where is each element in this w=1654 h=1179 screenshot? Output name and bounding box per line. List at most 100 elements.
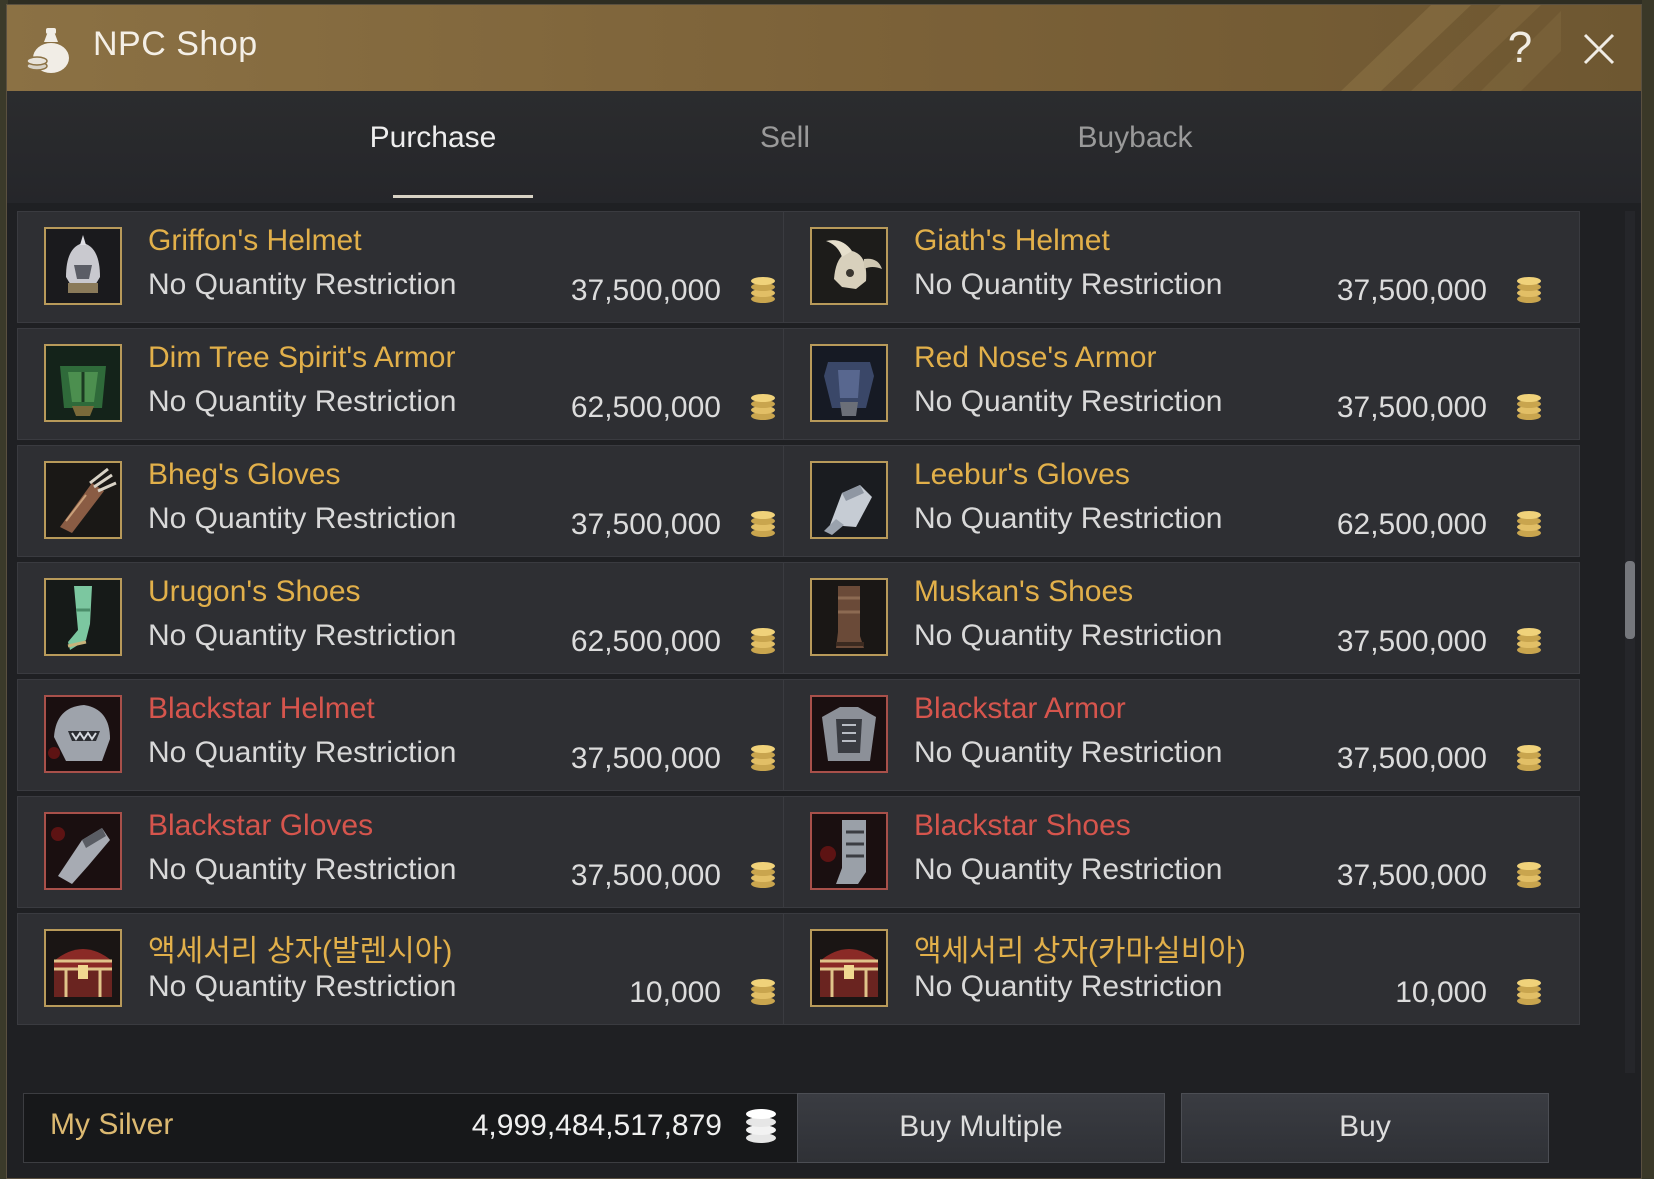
shop-item[interactable]: 액세서리 상자(카마실비아) No Quantity Restriction 10,… [783,913,1580,1025]
item-price: 10,000 [1395,976,1487,1009]
tab-purchase[interactable]: Purchase [283,121,583,193]
item-name: Urugon's Shoes [148,575,361,608]
shop-item[interactable]: Leebur's Gloves No Quantity Restriction 62… [783,445,1580,557]
shop-item[interactable]: Griffon's Helmet No Quantity Restriction 3… [17,211,814,323]
shop-item[interactable]: Blackstar Gloves No Quantity Restriction 3… [17,796,814,908]
item-restriction: No Quantity Restriction [148,970,457,1003]
coin-icon [1515,744,1543,772]
shop-item[interactable]: Blackstar Helmet No Quantity Restriction 3… [17,679,814,791]
shop-item[interactable]: Giath's Helmet No Quantity Restriction 37,… [783,211,1580,323]
item-restriction: No Quantity Restriction [148,385,457,418]
leaf-armor-icon [44,344,122,422]
item-price: 62,500,000 [570,391,721,424]
coin-icon [1515,276,1543,304]
tab-buyback[interactable]: Buyback [985,121,1285,193]
coin-icon [1515,978,1543,1006]
blackstar-gloves-icon [44,812,122,890]
treasure-chest-icon [44,929,122,1007]
blackstar-shoes-icon [810,812,888,890]
coin-icon [749,627,777,655]
npc-shop-window: NPC Shop ? Purchase Sell Buyback Griffon… [6,4,1642,1179]
item-name: Blackstar Gloves [148,809,374,842]
claw-gloves-icon [44,461,122,539]
buy-button[interactable]: Buy [1181,1093,1549,1163]
buy-multiple-button[interactable]: Buy Multiple [797,1093,1165,1163]
item-name: Leebur's Gloves [914,458,1130,491]
item-restriction: No Quantity Restriction [148,853,457,886]
item-name: Blackstar Shoes [914,809,1131,842]
item-restriction: No Quantity Restriction [148,268,457,301]
blackstar-armor-icon [810,695,888,773]
item-list: Griffon's Helmet No Quantity Restriction 3… [17,211,1621,1073]
item-name: Blackstar Armor [914,692,1126,725]
item-price: 37,500,000 [1336,859,1487,892]
coin-icon [749,978,777,1006]
shop-item[interactable]: Bheg's Gloves No Quantity Restriction 37,5… [17,445,814,557]
item-name: Dim Tree Spirit's Armor [148,341,456,374]
title-bar[interactable]: NPC Shop ? [7,5,1641,91]
item-price: 37,500,000 [570,859,721,892]
coin-icon [1515,861,1543,889]
item-restriction: No Quantity Restriction [148,736,457,769]
item-restriction: No Quantity Restriction [914,385,1223,418]
item-restriction: No Quantity Restriction [914,736,1223,769]
item-name: Griffon's Helmet [148,224,362,257]
money-bag-icon [26,28,69,73]
plate-armor-icon [810,344,888,422]
coin-icon [749,393,777,421]
item-name: 액세서리 상자(카마실비아) [914,935,1246,968]
item-price: 37,500,000 [570,508,721,541]
active-tab-indicator [393,195,533,198]
item-name: Giath's Helmet [914,224,1110,257]
item-price: 37,500,000 [570,274,721,307]
green-boot-icon [44,578,122,656]
item-price: 37,500,000 [1336,742,1487,775]
item-restriction: No Quantity Restriction [148,619,457,652]
item-name: Red Nose's Armor [914,341,1157,374]
helmet-icon [44,227,122,305]
shop-item[interactable]: Urugon's Shoes No Quantity Restriction 62,… [17,562,814,674]
coin-icon [1515,393,1543,421]
item-price: 62,500,000 [570,625,721,658]
help-icon[interactable]: ? [1503,23,1537,73]
coin-icon [1515,510,1543,538]
footer: My Silver 4,999,484,517,879 Buy Multiple… [7,1079,1641,1179]
item-name: Bheg's Gloves [148,458,341,491]
treasure-chest-icon [810,929,888,1007]
close-icon[interactable] [1579,29,1619,69]
my-silver-value: 4,999,484,517,879 [471,1109,722,1142]
item-name: Blackstar Helmet [148,692,375,725]
item-price: 37,500,000 [570,742,721,775]
leather-boot-icon [810,578,888,656]
item-price: 37,500,000 [1336,274,1487,307]
item-price: 37,500,000 [1336,391,1487,424]
coin-icon [1515,627,1543,655]
item-price: 10,000 [629,976,721,1009]
item-restriction: No Quantity Restriction [148,502,457,535]
item-restriction: No Quantity Restriction [914,268,1223,301]
horned-helmet-icon [810,227,888,305]
shop-item[interactable]: Dim Tree Spirit's Armor No Quantity Restr… [17,328,814,440]
coin-icon [749,744,777,772]
item-name: Muskan's Shoes [914,575,1134,608]
coin-icon [749,510,777,538]
my-silver-label: My Silver [50,1108,174,1141]
item-price: 37,500,000 [1336,625,1487,658]
window-title: NPC Shop [93,25,258,63]
scrollbar-thumb[interactable] [1625,561,1635,639]
item-restriction: No Quantity Restriction [914,853,1223,886]
shop-item[interactable]: Red Nose's Armor No Quantity Restriction 3… [783,328,1580,440]
item-restriction: No Quantity Restriction [914,619,1223,652]
blackstar-helmet-icon [44,695,122,773]
background-strip-right [1642,0,1654,1179]
shop-item[interactable]: Blackstar Shoes No Quantity Restriction 37… [783,796,1580,908]
shop-item[interactable]: Blackstar Armor No Quantity Restriction 37… [783,679,1580,791]
tab-sell[interactable]: Sell [635,121,935,193]
scrollbar-track[interactable] [1625,211,1635,1073]
gauntlet-icon [810,461,888,539]
silver-coin-icon [746,1109,776,1143]
my-silver-panel: My Silver 4,999,484,517,879 [23,1093,803,1163]
shop-item[interactable]: 액세서리 상자(발렌시아) No Quantity Restriction 10,0… [17,913,814,1025]
shop-item[interactable]: Muskan's Shoes No Quantity Restriction 37,… [783,562,1580,674]
tab-bar: Purchase Sell Buyback [7,91,1641,203]
